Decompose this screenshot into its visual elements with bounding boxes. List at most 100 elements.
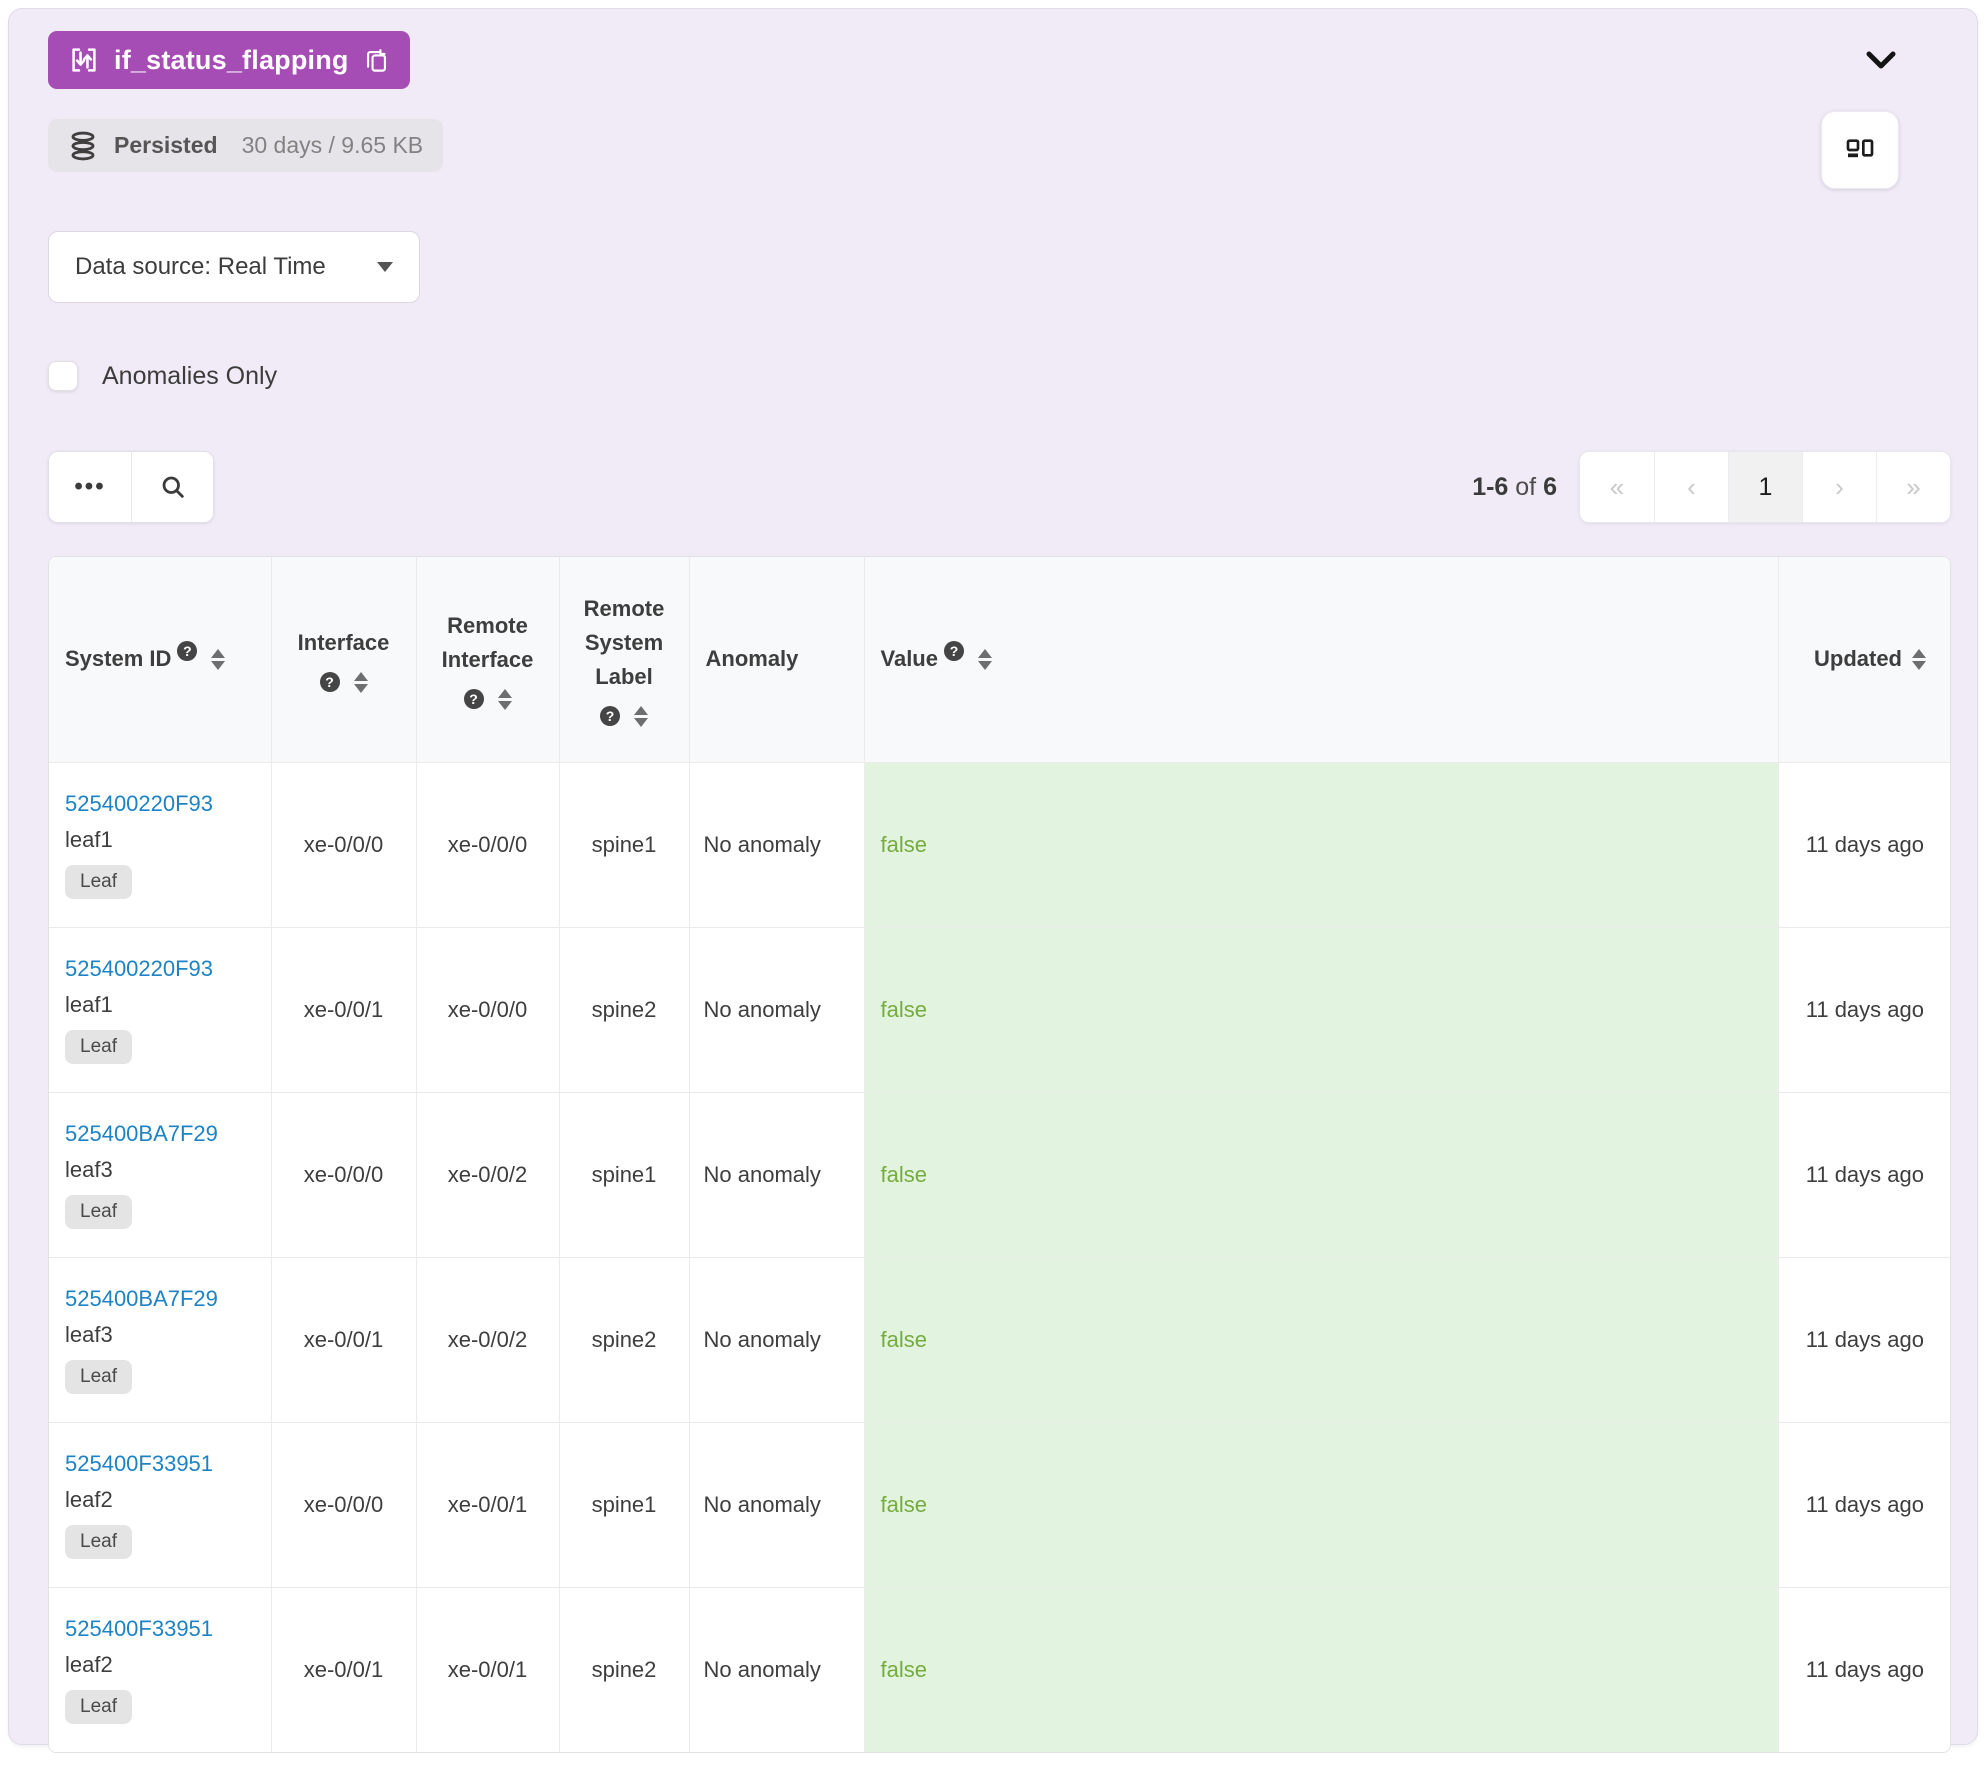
system-cell: 525400BA7F29 leaf3 Leaf [49, 1256, 272, 1422]
column-header-label: Interface [297, 629, 390, 655]
column-header-inner: Updated [1779, 642, 1951, 676]
system-name: leaf2 [65, 1651, 113, 1677]
column-header-icons: ? [319, 671, 368, 693]
value-cell: false [864, 1091, 1779, 1257]
value-cell: false [864, 1586, 1779, 1752]
remote-interface-cell: xe-0/0/1 [416, 1586, 560, 1752]
anomaly-cell: No anomaly [689, 926, 865, 1092]
column-header-icons [1912, 648, 1926, 670]
system-cell: 525400220F93 leaf1 Leaf [49, 926, 272, 1092]
probe-name: if_status_flapping [114, 44, 349, 75]
search-button[interactable] [131, 452, 213, 522]
first-page-button[interactable]: « [1580, 452, 1654, 522]
copy-icon[interactable] [363, 47, 390, 74]
help-icon[interactable]: ? [943, 641, 964, 662]
pagination-of: of [1515, 472, 1537, 501]
table-row: 525400BA7F29 leaf3 Leaf xe-0/0/1 xe-0/0/2 spi… [49, 1256, 1950, 1422]
pagination-total: 6 [1543, 472, 1557, 501]
probe-tag[interactable]: if_status_flapping [48, 31, 410, 89]
system-id-link[interactable]: 525400220F93 [65, 956, 213, 982]
column-header-inner: System ID? [49, 641, 271, 676]
value-cell: false [864, 1256, 1779, 1422]
column-header-interface[interactable]: Interface? [271, 557, 417, 762]
remote-interface-cell: xe-0/0/0 [416, 926, 560, 1092]
interface-cell: xe-0/0/0 [271, 761, 417, 927]
column-header-icons: ? [943, 641, 992, 670]
ellipsis-icon: ••• [74, 473, 106, 500]
column-header-icons: ? [463, 688, 512, 710]
system-cell: 525400220F93 leaf1 Leaf [49, 761, 272, 927]
help-icon[interactable]: ? [177, 641, 198, 662]
column-header-remote_system_label[interactable]: Remote System Label? [559, 557, 690, 762]
sort-icon[interactable] [1912, 648, 1926, 670]
results-table: System ID? Interface? Remote Interface? Rem… [49, 557, 1950, 1752]
column-header-inner: Interface? [272, 626, 416, 693]
next-page-button[interactable]: › [1802, 452, 1876, 522]
remote-interface-cell: xe-0/0/0 [416, 761, 560, 927]
pagination-range-values: 1-6 [1472, 472, 1509, 501]
database-icon [68, 131, 98, 161]
column-header-label: Updated [1814, 646, 1902, 672]
system-name: leaf3 [65, 1321, 113, 1347]
more-actions-button[interactable]: ••• [49, 452, 131, 522]
remote-system-label-cell: spine2 [559, 1586, 690, 1752]
sort-icon[interactable] [977, 648, 992, 670]
anomaly-cell: No anomaly [689, 1091, 865, 1257]
results-table-wrap: System ID? Interface? Remote Interface? Rem… [48, 556, 1951, 1753]
system-id-link[interactable]: 525400BA7F29 [65, 1286, 218, 1312]
probe-icon [68, 44, 100, 76]
sort-icon[interactable] [353, 671, 368, 693]
layout-view-button[interactable] [1821, 111, 1899, 189]
sort-icon[interactable] [211, 648, 226, 670]
toolbar-row: ••• 1-6 of 6 « ‹ 1 › » [48, 451, 1951, 523]
column-header-remote_interface[interactable]: Remote Interface? [416, 557, 560, 762]
help-icon[interactable]: ? [463, 689, 484, 710]
help-icon[interactable]: ? [319, 672, 340, 693]
help-icon[interactable]: ? [600, 706, 620, 727]
column-header-value[interactable]: Value? [864, 557, 1779, 762]
remote-system-label-cell: spine1 [559, 1421, 690, 1587]
remote-system-label-cell: spine2 [559, 926, 690, 1092]
data-source-value: Data source: Real Time [75, 253, 326, 280]
system-name: leaf1 [65, 991, 113, 1017]
pager: « ‹ 1 › » [1579, 451, 1951, 523]
table-row: 525400F33951 leaf2 Leaf xe-0/0/0 xe-0/0/1 spi… [49, 1421, 1950, 1587]
remote-interface-cell: xe-0/0/2 [416, 1256, 560, 1422]
table-actions-group: ••• [48, 451, 214, 523]
persisted-label: Persisted [114, 132, 218, 158]
persisted-badge: Persisted 30 days / 9.65 KB [48, 119, 444, 172]
sort-icon[interactable] [634, 705, 648, 727]
system-id-link[interactable]: 525400F33951 [65, 1451, 213, 1477]
sort-down-arrow [497, 700, 512, 710]
interface-cell: xe-0/0/0 [271, 1091, 417, 1257]
column-header-updated[interactable]: Updated [1778, 557, 1950, 762]
data-source-dropdown[interactable]: Data source: Real Time [48, 231, 420, 303]
role-badge: Leaf [65, 1194, 132, 1229]
column-header-icons: ? [177, 641, 226, 670]
sort-down-arrow [1912, 660, 1926, 670]
column-header-anomaly: Anomaly [689, 557, 865, 762]
value-cell: false [864, 761, 1779, 927]
updated-cell: 11 days ago [1778, 1256, 1950, 1422]
sort-icon[interactable] [497, 688, 512, 710]
sort-up-arrow [211, 648, 226, 658]
anomaly-cell: No anomaly [689, 1256, 865, 1422]
column-header-inner: Value? [865, 641, 1778, 676]
system-id-link[interactable]: 525400220F93 [65, 791, 213, 817]
system-cell: 525400F33951 leaf2 Leaf [49, 1421, 272, 1587]
probe-panel: if_status_flapping Persisted 30 days / 9… [8, 8, 1978, 1753]
system-name: leaf1 [65, 826, 113, 852]
current-page-button[interactable]: 1 [1728, 452, 1802, 522]
system-id-link[interactable]: 525400BA7F29 [65, 1121, 218, 1147]
collapse-chevron-button[interactable] [1863, 48, 1899, 72]
previous-page-button[interactable]: ‹ [1654, 452, 1728, 522]
sort-down-arrow [211, 660, 226, 670]
column-header-system_id[interactable]: System ID? [49, 557, 272, 762]
interface-cell: xe-0/0/0 [271, 1421, 417, 1587]
anomalies-only-checkbox[interactable] [48, 361, 78, 391]
last-page-button[interactable]: » [1876, 452, 1950, 522]
system-id-link[interactable]: 525400F33951 [65, 1616, 213, 1642]
pagination-area: 1-6 of 6 « ‹ 1 › » [1472, 451, 1951, 523]
sort-down-arrow [977, 660, 992, 670]
updated-cell: 11 days ago [1778, 926, 1950, 1092]
